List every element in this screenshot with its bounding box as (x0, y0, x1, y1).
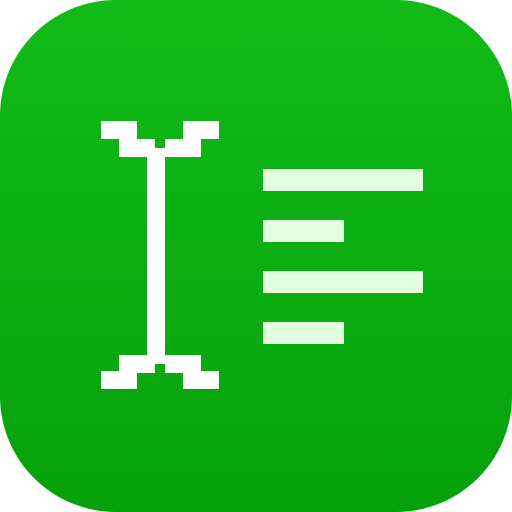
cursor-top-right-serif (183, 121, 219, 139)
text-line-short-2 (263, 322, 344, 344)
text-line-long-2 (263, 271, 423, 293)
cursor-stem (147, 148, 165, 364)
app-icon[interactable] (0, 0, 512, 512)
cursor-top-left-serif (101, 121, 137, 139)
text-line-short-1 (263, 220, 344, 242)
cursor-bottom-right-step (165, 355, 201, 373)
text-line-long-1 (263, 169, 423, 191)
cursor-bottom-right-serif (183, 371, 219, 389)
text-cursor-icon (101, 121, 219, 389)
cursor-bottom-left-step (119, 355, 155, 373)
cursor-top-right-step (165, 139, 201, 157)
cursor-bottom-left-serif (101, 371, 137, 389)
